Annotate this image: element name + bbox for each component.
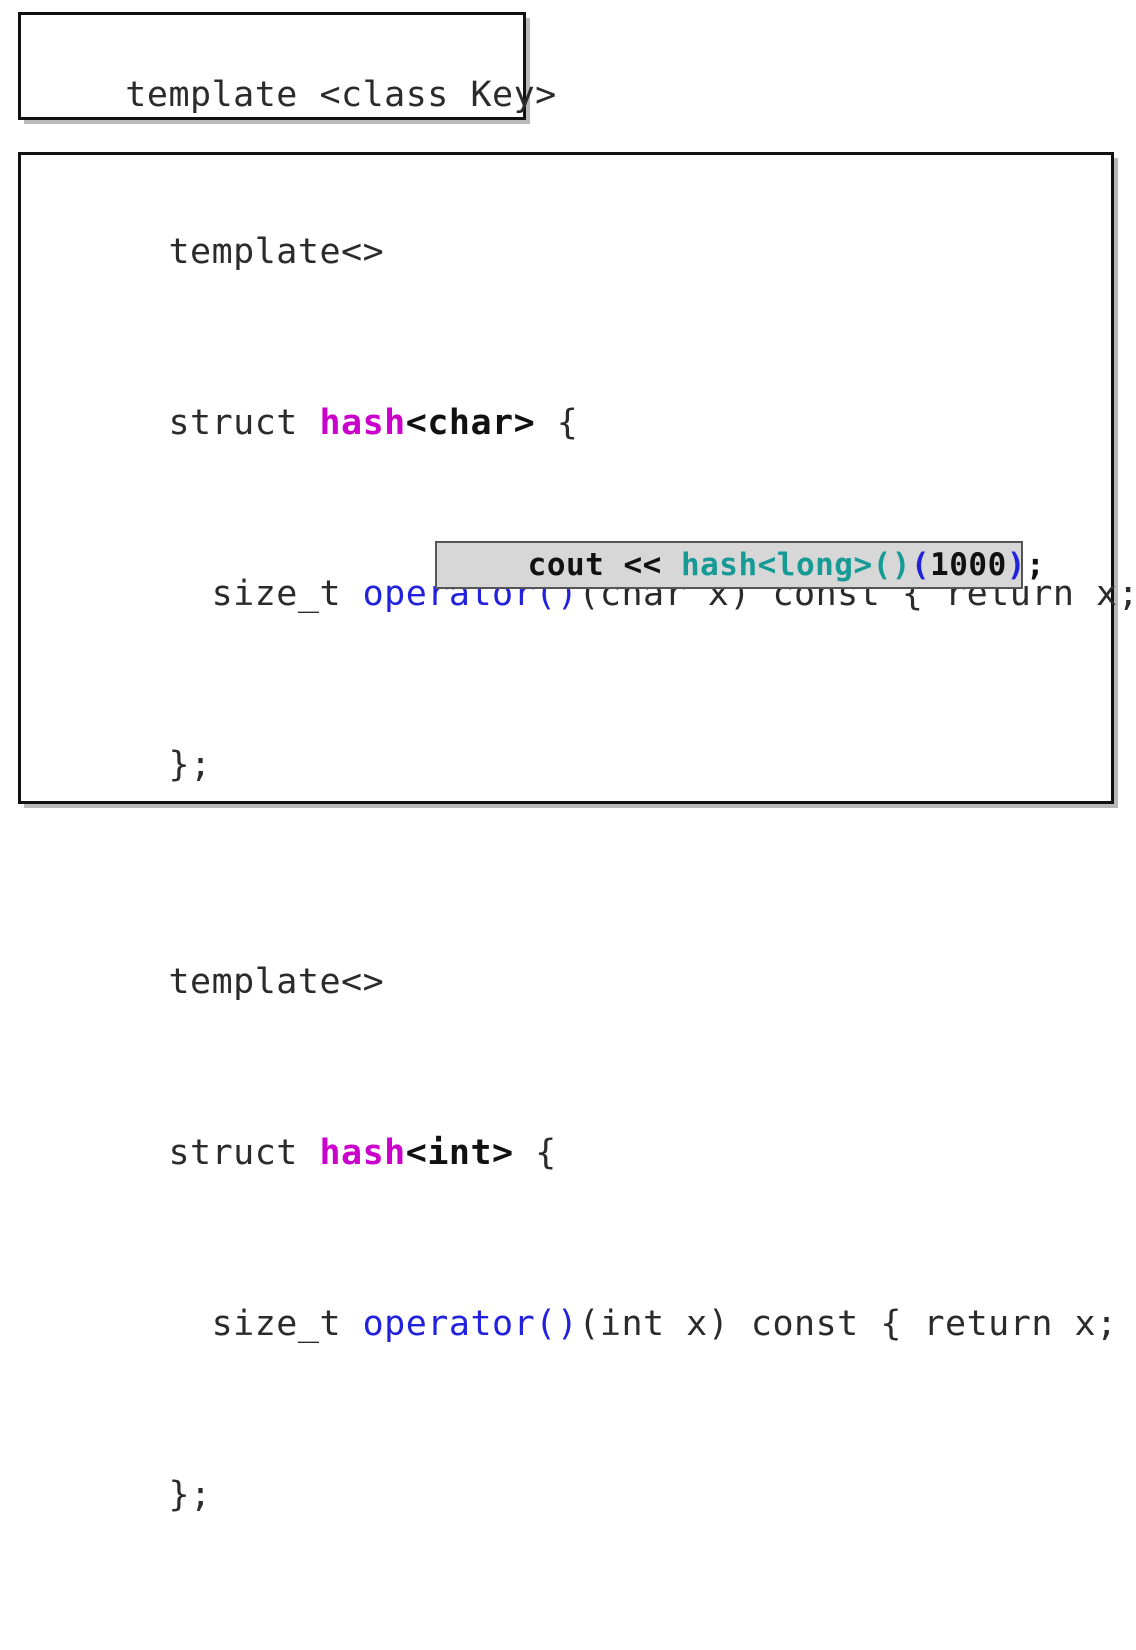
specialization-block-long: template<> struct hash<long> { size_t op…	[39, 1627, 1111, 1650]
callout-token: ;	[1025, 546, 1046, 583]
code-line: template<>	[39, 897, 1111, 1068]
code-line: struct hash<char> {	[39, 338, 1111, 509]
specialization-block-int: template<> struct hash<int> { size_t ope…	[39, 897, 1118, 1581]
template-argument-token: <char>	[405, 403, 536, 443]
code-line: struct hash<int> {	[39, 1068, 1111, 1239]
callout-code-line: cout << hash<long>()(1000);	[451, 519, 1045, 612]
code-line: };	[39, 680, 1111, 851]
code-token: };	[168, 745, 212, 785]
code-token: };	[168, 1475, 212, 1515]
template-name-token: hash	[319, 1133, 406, 1173]
callout-paren-token: (	[910, 546, 931, 583]
template-name-token: hash	[319, 403, 406, 443]
code-token: struct	[168, 1133, 320, 1173]
usage-example-callout: cout << hash<long>()(1000);	[435, 541, 1045, 589]
code-line: template <class Key>	[39, 25, 556, 166]
operator-token: operator()	[362, 1304, 579, 1344]
code-line: template<>	[39, 167, 1111, 338]
code-token: template<>	[168, 962, 385, 1002]
code-token: {	[535, 403, 579, 443]
code-token: template<>	[168, 232, 385, 272]
template-argument-token: <int>	[405, 1133, 514, 1173]
primary-template-declaration-box: template <class Key> struct hash { };	[18, 12, 556, 256]
callout-paren-token: )	[1006, 546, 1026, 583]
code-line: size_t operator()(int x) const { return …	[39, 1239, 1118, 1410]
code-token: size_t	[168, 574, 363, 614]
code-token: struct	[168, 403, 320, 443]
callout-token: cout <<	[527, 546, 681, 583]
code-token: template <class Key>	[125, 75, 557, 115]
code-line: };	[39, 1410, 1111, 1581]
code-line: template<>	[39, 1627, 1111, 1650]
callout-hash-token: hash<long>()	[680, 546, 911, 583]
code-token: size_t	[168, 1304, 363, 1344]
specialization-block-char: template<> struct hash<char> { size_t op…	[39, 167, 1136, 851]
template-specializations-box: template<> struct hash<char> { size_t op…	[18, 152, 1136, 1515]
callout-number-token: 1000	[930, 546, 1007, 583]
code-token: (int x) const { return x; }	[578, 1304, 1136, 1344]
code-token: {	[513, 1133, 557, 1173]
